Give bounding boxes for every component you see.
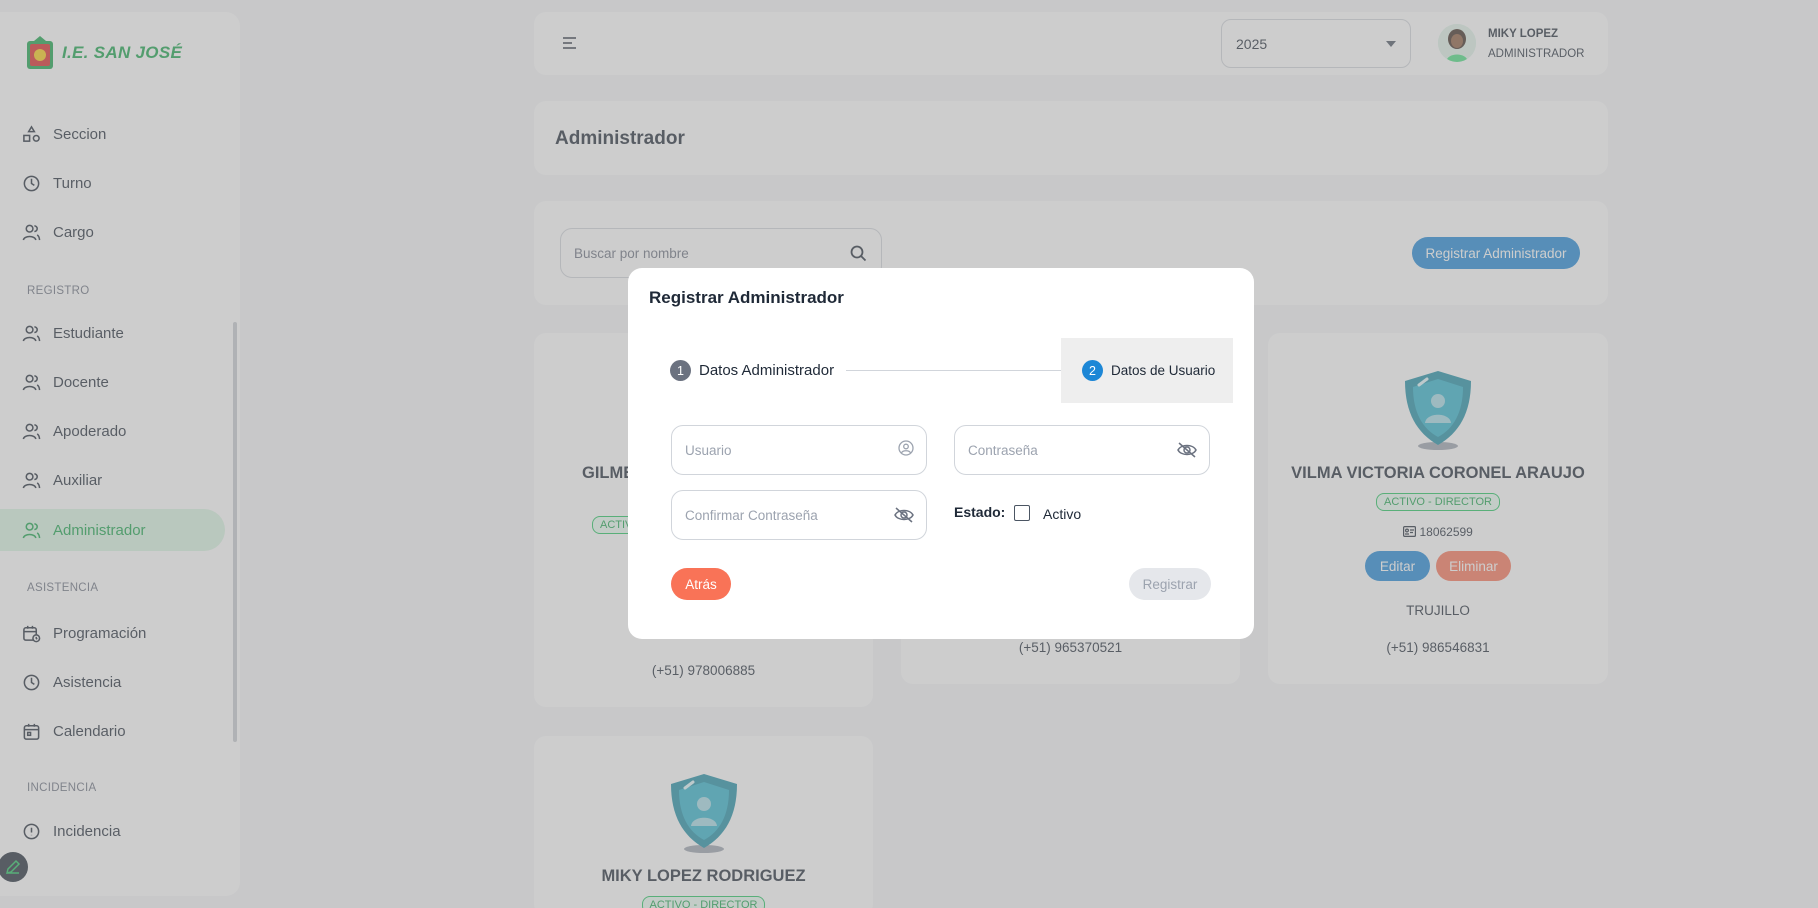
password-placeholder: Contraseña xyxy=(968,442,1038,458)
estado-label: Estado: xyxy=(954,504,1006,520)
register-admin-modal: Registrar Administrador 1 Datos Administ… xyxy=(628,268,1254,639)
step-connector xyxy=(846,370,1074,371)
confirm-placeholder: Confirmar Contraseña xyxy=(685,507,818,523)
step-label: Datos de Usuario xyxy=(1111,363,1216,378)
back-button[interactable]: Atrás xyxy=(671,568,731,600)
eye-off-icon[interactable] xyxy=(1177,442,1197,458)
eye-off-icon[interactable] xyxy=(894,507,914,523)
usuario-placeholder: Usuario xyxy=(685,442,732,458)
step-number: 2 xyxy=(1082,360,1103,381)
confirm-password-field[interactable]: Confirmar Contraseña xyxy=(671,490,927,540)
activo-label[interactable]: Activo xyxy=(1043,506,1081,522)
submit-button[interactable]: Registrar xyxy=(1129,568,1211,600)
step-label: Datos Administrador xyxy=(699,362,835,379)
modal-title: Registrar Administrador xyxy=(649,288,844,307)
usuario-field[interactable]: Usuario xyxy=(671,425,927,475)
step-datos-usuario[interactable]: 2 Datos de Usuario xyxy=(1061,338,1233,403)
step-datos-administrador[interactable]: 1 Datos Administrador xyxy=(670,360,834,381)
activo-checkbox[interactable] xyxy=(1014,505,1030,521)
user-circle-icon xyxy=(898,440,914,456)
password-field[interactable]: Contraseña xyxy=(954,425,1210,475)
step-number: 1 xyxy=(670,360,691,381)
